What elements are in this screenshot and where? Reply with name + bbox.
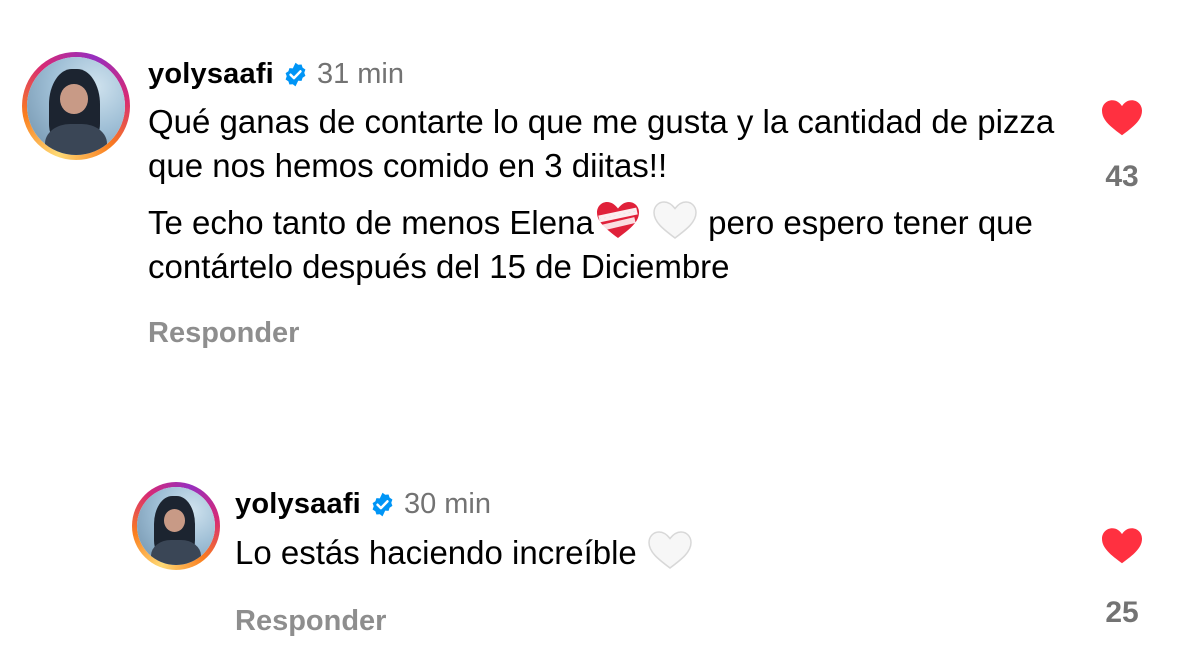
comment-text-segment: Lo estás haciendo increíble (235, 534, 646, 571)
comment-paragraph: Qué ganas de contarte lo que me gusta y … (148, 103, 1055, 184)
comment-text: Lo estás haciendo increíble (235, 530, 1055, 575)
username-link[interactable]: yolysaafi (235, 488, 361, 521)
comment-timestamp: 31 min (316, 57, 404, 90)
heart-filled-icon[interactable] (1100, 98, 1144, 138)
like-area: 43 (1092, 98, 1152, 194)
reply-button[interactable]: Responder (148, 317, 1068, 350)
white-heart-emoji (653, 201, 697, 239)
like-count: 25 (1105, 596, 1139, 629)
comment-content: yolysaafi 31 min Qué ganas de contarte l… (148, 56, 1068, 350)
avatar[interactable] (22, 52, 130, 160)
comment-paragraph: Lo estás haciendo increíble (235, 530, 1055, 575)
avatar-image (137, 487, 215, 565)
verified-badge-icon (372, 492, 393, 516)
verified-badge-icon (285, 62, 306, 86)
like-area: 25 (1092, 526, 1152, 630)
white-heart-emoji (648, 531, 692, 569)
username-link[interactable]: yolysaafi (148, 58, 274, 91)
comment-text-segment: Te echo tanto de menos Elena (148, 204, 594, 241)
comment-header: yolysaafi 30 min (235, 486, 1055, 522)
avatar[interactable] (132, 482, 220, 570)
heart-filled-icon[interactable] (1100, 526, 1144, 566)
comment-paragraph: Te echo tanto de menos Elena pero espero… (148, 200, 1068, 289)
like-count: 43 (1105, 160, 1139, 193)
comment-timestamp: 30 min (403, 487, 491, 520)
avatar-image (27, 57, 125, 155)
comment-text: Qué ganas de contarte lo que me gusta y … (148, 100, 1068, 289)
comment-content: yolysaafi 30 min Lo estás haciendo incre… (235, 486, 1055, 638)
comment-header: yolysaafi 31 min (148, 56, 1068, 92)
reply-button[interactable]: Responder (235, 605, 1055, 638)
mending-heart-emoji (596, 202, 639, 238)
